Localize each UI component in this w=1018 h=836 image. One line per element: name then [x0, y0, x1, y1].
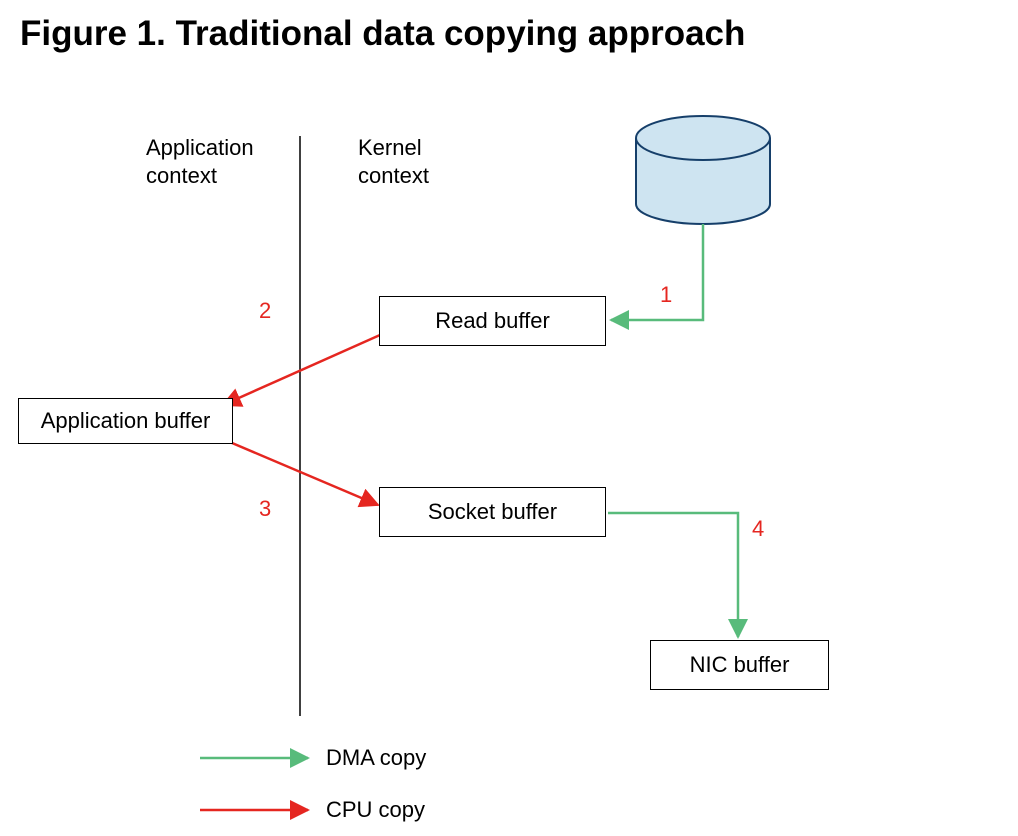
socket-buffer-box: Socket buffer — [379, 487, 606, 537]
application-buffer-box: Application buffer — [18, 398, 233, 444]
legend-cpu-label: CPU copy — [326, 797, 425, 823]
step-2-label: 2 — [259, 298, 271, 324]
nic-buffer-box: NIC buffer — [650, 640, 829, 690]
arrow-2-cpu — [223, 335, 380, 405]
step-4-label: 4 — [752, 516, 764, 542]
read-buffer-box: Read buffer — [379, 296, 606, 346]
step-1-label: 1 — [660, 282, 672, 308]
disk-cylinder-icon — [636, 116, 770, 224]
kernel-context-line2: context — [358, 163, 429, 188]
legend-dma-label: DMA copy — [326, 745, 426, 771]
application-context-label: Application context — [146, 134, 254, 189]
application-context-line1: Application — [146, 135, 254, 160]
diagram-canvas: Figure 1. Traditional data copying appro… — [0, 0, 1018, 836]
kernel-context-line1: Kernel — [358, 135, 422, 160]
arrow-1-dma — [611, 224, 703, 320]
application-context-line2: context — [146, 163, 217, 188]
arrow-3-cpu — [225, 440, 378, 505]
arrow-4-dma — [608, 513, 738, 637]
step-3-label: 3 — [259, 496, 271, 522]
kernel-context-label: Kernel context — [358, 134, 429, 189]
